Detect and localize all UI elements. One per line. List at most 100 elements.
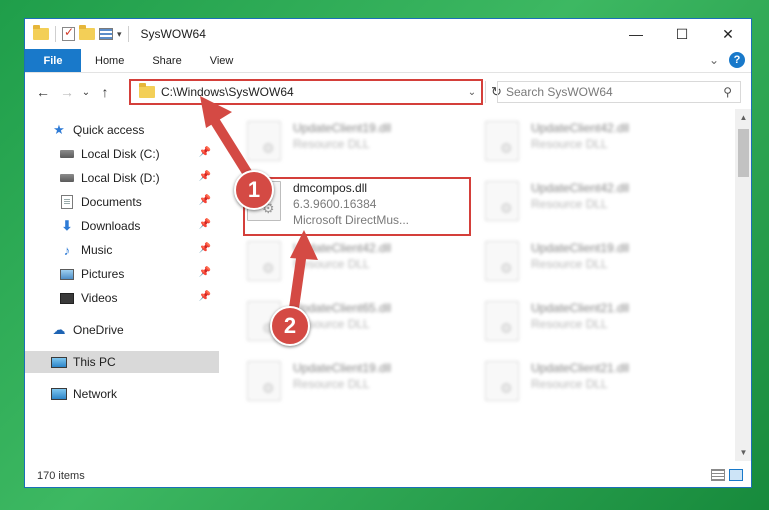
- sidebar-item-label: This PC: [73, 355, 116, 369]
- file-item[interactable]: UpdateClient19.dll Resource DLL: [485, 239, 715, 295]
- pin-icon[interactable]: 📌: [199, 195, 211, 206]
- sidebar-item-label: Downloads: [81, 219, 141, 233]
- file-name: UpdateClient21.dll: [531, 361, 630, 375]
- pin-icon[interactable]: 📌: [199, 171, 211, 182]
- sidebar-item-pictures[interactable]: Pictures 📌: [25, 263, 219, 285]
- sidebar-item-onedrive[interactable]: ☁ OneDrive: [25, 319, 219, 341]
- ribbon-tabs: File Home Share View ⌄ ?: [25, 49, 751, 73]
- pin-icon[interactable]: 📌: [199, 243, 211, 254]
- star-icon: ★: [53, 122, 65, 137]
- vertical-scrollbar[interactable]: ▲ ▼: [735, 109, 751, 461]
- dll-file-icon: [485, 241, 519, 281]
- help-icon[interactable]: ?: [729, 52, 745, 68]
- sidebar-item-quick-access[interactable]: ★ Quick access: [25, 119, 219, 141]
- tab-view[interactable]: View: [196, 49, 248, 72]
- music-icon: ♪: [63, 242, 71, 258]
- address-dropdown-icon[interactable]: ⌄: [463, 87, 481, 98]
- scroll-up-icon[interactable]: ▲: [735, 109, 751, 126]
- disk-icon: [59, 171, 75, 185]
- sidebar-item-music[interactable]: ♪ Music 📌: [25, 239, 219, 261]
- customize-toolbar-icon[interactable]: [99, 28, 113, 40]
- sidebar-item-local-disk-c[interactable]: Local Disk (C:) 📌: [25, 143, 219, 165]
- file-highlight-box: [243, 177, 471, 236]
- scroll-down-icon[interactable]: ▼: [735, 444, 751, 461]
- file-name: UpdateClient19.dll: [293, 361, 392, 375]
- explorer-window: ▾ SysWOW64 — ☐ ✕ File Home Share View ⌄ …: [24, 18, 752, 488]
- recent-locations-button[interactable]: ⌄: [79, 87, 93, 98]
- file-name: UpdateClient21.dll: [531, 301, 630, 315]
- onedrive-icon: ☁: [52, 322, 66, 337]
- file-item[interactable]: UpdateClient19.dll Resource DLL: [247, 119, 477, 175]
- address-bar[interactable]: C:\Windows\SysWOW64 ⌄: [129, 79, 483, 105]
- sidebar-item-label: Videos: [81, 291, 118, 305]
- pin-icon[interactable]: 📌: [199, 267, 211, 278]
- dll-file-icon: [485, 121, 519, 161]
- up-button[interactable]: ↑: [93, 84, 117, 100]
- dll-file-icon: [247, 361, 281, 401]
- toolbar-separator: [127, 26, 129, 42]
- window-title: SysWOW64: [140, 27, 206, 41]
- file-item[interactable]: UpdateClient42.dll Resource DLL: [247, 239, 477, 295]
- file-item[interactable]: UpdateClient42.dll Resource DLL: [485, 179, 715, 235]
- network-icon: [51, 387, 67, 401]
- file-list: UpdateClient19.dll Resource DLL dmcompos…: [223, 109, 733, 461]
- sidebar-item-downloads[interactable]: ⬇ Downloads 📌: [25, 215, 219, 237]
- address-path[interactable]: C:\Windows\SysWOW64: [161, 85, 463, 99]
- properties-check-icon[interactable]: [62, 25, 75, 41]
- file-description: Resource DLL: [531, 257, 608, 271]
- sidebar-item-label: Music: [81, 243, 113, 257]
- file-description: Resource DLL: [531, 317, 608, 331]
- expand-ribbon-icon[interactable]: ⌄: [709, 53, 719, 67]
- file-name: UpdateClient19.dll: [531, 241, 630, 255]
- file-item[interactable]: UpdateClient42.dll Resource DLL: [485, 119, 715, 175]
- tab-home[interactable]: Home: [81, 49, 138, 72]
- search-icon[interactable]: ⚲: [723, 85, 732, 99]
- sidebar-item-network[interactable]: Network: [25, 383, 219, 405]
- sidebar-item-this-pc[interactable]: This PC: [25, 351, 219, 373]
- pictures-icon: [59, 267, 75, 281]
- step-badge-2: 2: [270, 306, 310, 346]
- tiles-view-icon[interactable]: [729, 469, 743, 481]
- pin-icon[interactable]: 📌: [199, 219, 211, 230]
- maximize-button[interactable]: ☐: [659, 19, 705, 49]
- file-description: Resource DLL: [293, 257, 370, 271]
- pin-icon[interactable]: 📌: [199, 147, 211, 158]
- file-item[interactable]: UpdateClient21.dll Resource DLL: [485, 359, 715, 415]
- tab-file[interactable]: File: [25, 49, 81, 72]
- sidebar-item-videos[interactable]: Videos 📌: [25, 287, 219, 309]
- close-button[interactable]: ✕: [705, 19, 751, 49]
- minimize-button[interactable]: —: [613, 19, 659, 49]
- sidebar-item-documents[interactable]: Documents 📌: [25, 191, 219, 213]
- folder-icon[interactable]: [33, 25, 49, 40]
- view-buttons: [711, 469, 743, 481]
- documents-icon: [59, 195, 75, 209]
- sidebar-item-label: Local Disk (C:): [81, 147, 160, 161]
- sidebar-item-local-disk-d[interactable]: Local Disk (D:) 📌: [25, 167, 219, 189]
- folder-icon: [139, 83, 155, 98]
- file-description: Resource DLL: [293, 137, 370, 151]
- title-bar: ▾ SysWOW64 — ☐ ✕: [25, 19, 751, 49]
- item-count: 170 items: [37, 470, 85, 482]
- tab-share[interactable]: Share: [138, 49, 195, 72]
- search-box[interactable]: Search SysWOW64 ⚲: [497, 81, 741, 103]
- forward-button[interactable]: →: [55, 84, 79, 100]
- step-badge-1: 1: [234, 170, 274, 210]
- quick-access-toolbar: ▾: [33, 25, 131, 42]
- file-description: Resource DLL: [293, 377, 370, 391]
- pin-icon[interactable]: 📌: [199, 291, 211, 302]
- sidebar-item-label: Quick access: [73, 123, 145, 137]
- disk-icon: [59, 147, 75, 161]
- file-item[interactable]: UpdateClient19.dll Resource DLL: [247, 359, 477, 415]
- search-input[interactable]: Search SysWOW64: [506, 85, 723, 99]
- back-button[interactable]: ←: [31, 84, 55, 100]
- new-folder-icon[interactable]: [79, 25, 95, 40]
- file-name: UpdateClient19.dll: [293, 121, 392, 135]
- toolbar-dropdown-icon[interactable]: ▾: [117, 29, 122, 40]
- file-item[interactable]: UpdateClient21.dll Resource DLL: [485, 299, 715, 355]
- window-controls: — ☐ ✕: [613, 19, 751, 49]
- details-view-icon[interactable]: [711, 469, 725, 481]
- file-name: UpdateClient42.dll: [293, 241, 392, 255]
- file-name: UpdateClient42.dll: [531, 121, 630, 135]
- scrollbar-thumb[interactable]: [738, 129, 749, 177]
- file-name: UpdateClient65.dll: [293, 301, 392, 315]
